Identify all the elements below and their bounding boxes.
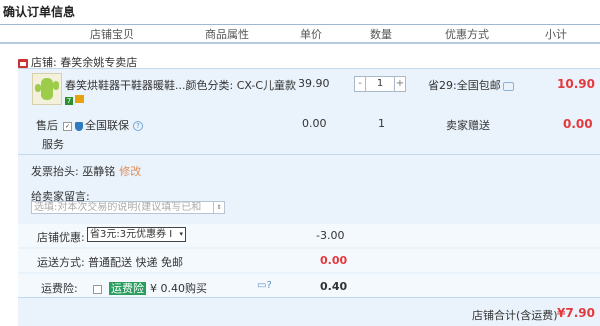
header-promo: 优惠方式	[445, 28, 489, 41]
header-attrs: 商品属性	[205, 28, 249, 41]
quantity-stepper[interactable]: - 1 +	[354, 76, 406, 92]
after-sales-label: 售后	[36, 119, 58, 132]
shield-icon	[75, 121, 83, 131]
header-price: 单价	[300, 28, 322, 41]
discount-label: 店铺优惠:	[37, 231, 85, 244]
product-promo: 省29:全国包邮	[428, 77, 514, 93]
section-title: 确认订单信息	[3, 5, 76, 19]
seven-day-return-icon: 7	[65, 97, 73, 105]
header-subtotal: 小计	[545, 28, 567, 41]
promo-text: 省29:全国包邮	[428, 79, 501, 92]
qty-input[interactable]: 1	[367, 77, 393, 91]
info-icon[interactable]: ▭?	[257, 280, 272, 291]
product-name-link[interactable]: 春笑烘鞋器干鞋器暖鞋...	[65, 79, 186, 92]
product-name-line: 春笑烘鞋器干鞋器暖鞋...颜色分类: CX-C儿童款	[65, 77, 296, 93]
product-badges: 7	[65, 93, 84, 106]
discount-value: -3.00	[316, 229, 345, 242]
divider	[18, 297, 600, 298]
table-header: 店铺宝贝 商品属性 单价 数量 优惠方式 小计	[0, 24, 600, 44]
qty-decrease-button[interactable]: -	[355, 77, 366, 91]
insurance-checkbox[interactable]	[93, 284, 102, 294]
service-name: 全国联保	[85, 119, 129, 132]
product-thumbnail[interactable]	[32, 73, 62, 105]
shipping-value: 0.00	[320, 254, 348, 267]
after-sales-label-2: 服务	[42, 138, 64, 151]
invoice-edit-link[interactable]: 修改	[119, 165, 141, 178]
qty-increase-button[interactable]: +	[394, 77, 405, 91]
message-placeholder: 选填:对本次交易的说明(建议填写已和	[34, 202, 202, 213]
service-promo: 卖家赠送	[446, 119, 490, 132]
insurance-label: 运费险:	[41, 282, 78, 295]
total-value: ¥7.90	[557, 306, 595, 320]
service-subtotal: 0.00	[563, 117, 593, 131]
message-icon[interactable]	[502, 81, 514, 91]
header-qty: 数量	[370, 28, 392, 41]
cactus-image	[35, 78, 59, 100]
product-attr-label: 颜色分类:	[185, 79, 234, 92]
service-price: 0.00	[302, 117, 327, 130]
message-textarea[interactable]: 选填:对本次交易的说明(建议填写已和 ⇕	[31, 201, 225, 214]
discount-selected: 省3元:3元优惠券 I	[90, 229, 173, 240]
shipping-method: 普通配送 快递 免邮	[88, 256, 183, 269]
invoice-label: 发票抬头:	[31, 165, 79, 178]
invoice-row: 发票抬头: 巫静铭 修改	[31, 163, 141, 179]
insurance-name: 运费险	[109, 282, 146, 295]
chevron-down-icon: ▾	[179, 230, 183, 238]
help-icon[interactable]: ?	[133, 121, 143, 131]
total-label: 店铺合计(含运费)	[472, 309, 558, 322]
service-qty: 1	[378, 117, 385, 130]
product-subtotal: 10.90	[557, 77, 595, 91]
after-sales-row: 售后 ✓ 全国联保?	[36, 117, 143, 133]
after-sales-checkbox[interactable]: ✓	[63, 121, 72, 131]
shipping-label: 运送方式:	[37, 256, 85, 269]
insurance-price: ¥ 0.40购买	[150, 282, 207, 295]
invoice-value: 巫静铭	[82, 165, 116, 178]
product-attr-value: CX-C儿童款	[236, 79, 297, 92]
credit-card-icon	[75, 95, 84, 103]
resize-icon[interactable]: ⇕	[213, 202, 224, 213]
shop-icon	[18, 58, 28, 68]
header-item: 店铺宝贝	[90, 28, 134, 41]
insurance-value: 0.40	[320, 280, 348, 293]
discount-select[interactable]: 省3元:3元优惠券 I ▾	[87, 227, 186, 242]
insurance-option: 运费险 ¥ 0.40购买	[88, 280, 207, 296]
product-price: 39.90	[298, 77, 330, 90]
